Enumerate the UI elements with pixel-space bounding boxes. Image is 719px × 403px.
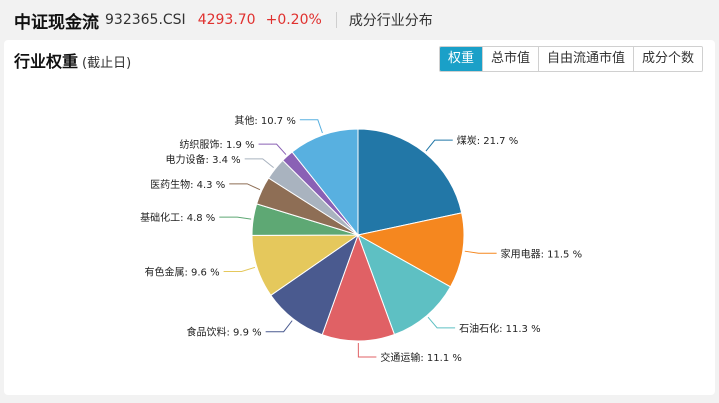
slice-label-8: 电力设备: 3.4 % (166, 153, 241, 166)
leader-line-9 (258, 143, 287, 155)
slice-label-2: 石油石化: 11.3 % (459, 322, 541, 335)
leader-line-1 (464, 250, 497, 254)
slice-label-0: 煤炭: 21.7 % (457, 134, 518, 147)
leader-line-3 (357, 342, 377, 358)
leader-line-8 (244, 158, 274, 168)
slice-label-7: 医药生物: 4.3 % (150, 178, 225, 191)
section-industry-distribution[interactable]: 成分行业分布 (349, 10, 433, 30)
industry-weight-card: 行业权重 (截止日) 权重 总市值 自由流通市值 成分个数 煤炭: 21.7 % 家… (4, 40, 715, 395)
index-header: 中证现金流 932365.CSI 4293.70 +0.20% 成分行业分布 (0, 0, 719, 40)
leader-line-5 (223, 266, 256, 273)
slice-label-10: 其他: 10.7 % (234, 114, 296, 127)
slice-label-9: 纺织服饰: 1.9 % (179, 138, 254, 151)
leader-line-0 (425, 139, 453, 152)
index-price: 4293.70 (197, 12, 256, 28)
leader-line-7 (229, 183, 261, 191)
slice-label-4: 食品饮料: 9.9 % (187, 326, 262, 339)
slice-label-5: 有色金属: 9.6 % (144, 266, 219, 279)
leader-line-4 (265, 320, 293, 333)
slice-label-3: 交通运输: 11.1 % (380, 351, 462, 364)
industry-pie-chart: 煤炭: 21.7 % 家用电器: 11.5 % 石油石化: 11.3 % 交通运输: … (140, 114, 583, 364)
leader-line-6 (219, 216, 252, 220)
leader-line-10 (299, 119, 323, 134)
slice-label-6: 基础化工: 4.8 % (140, 211, 215, 224)
index-name: 中证现金流 (14, 12, 99, 33)
leader-line-2 (427, 316, 456, 329)
index-change: +0.20% (265, 12, 322, 28)
index-code: 932365.CSI (105, 12, 186, 28)
slice-label-1: 家用电器: 11.5 % (501, 247, 583, 260)
header-divider (335, 12, 337, 28)
